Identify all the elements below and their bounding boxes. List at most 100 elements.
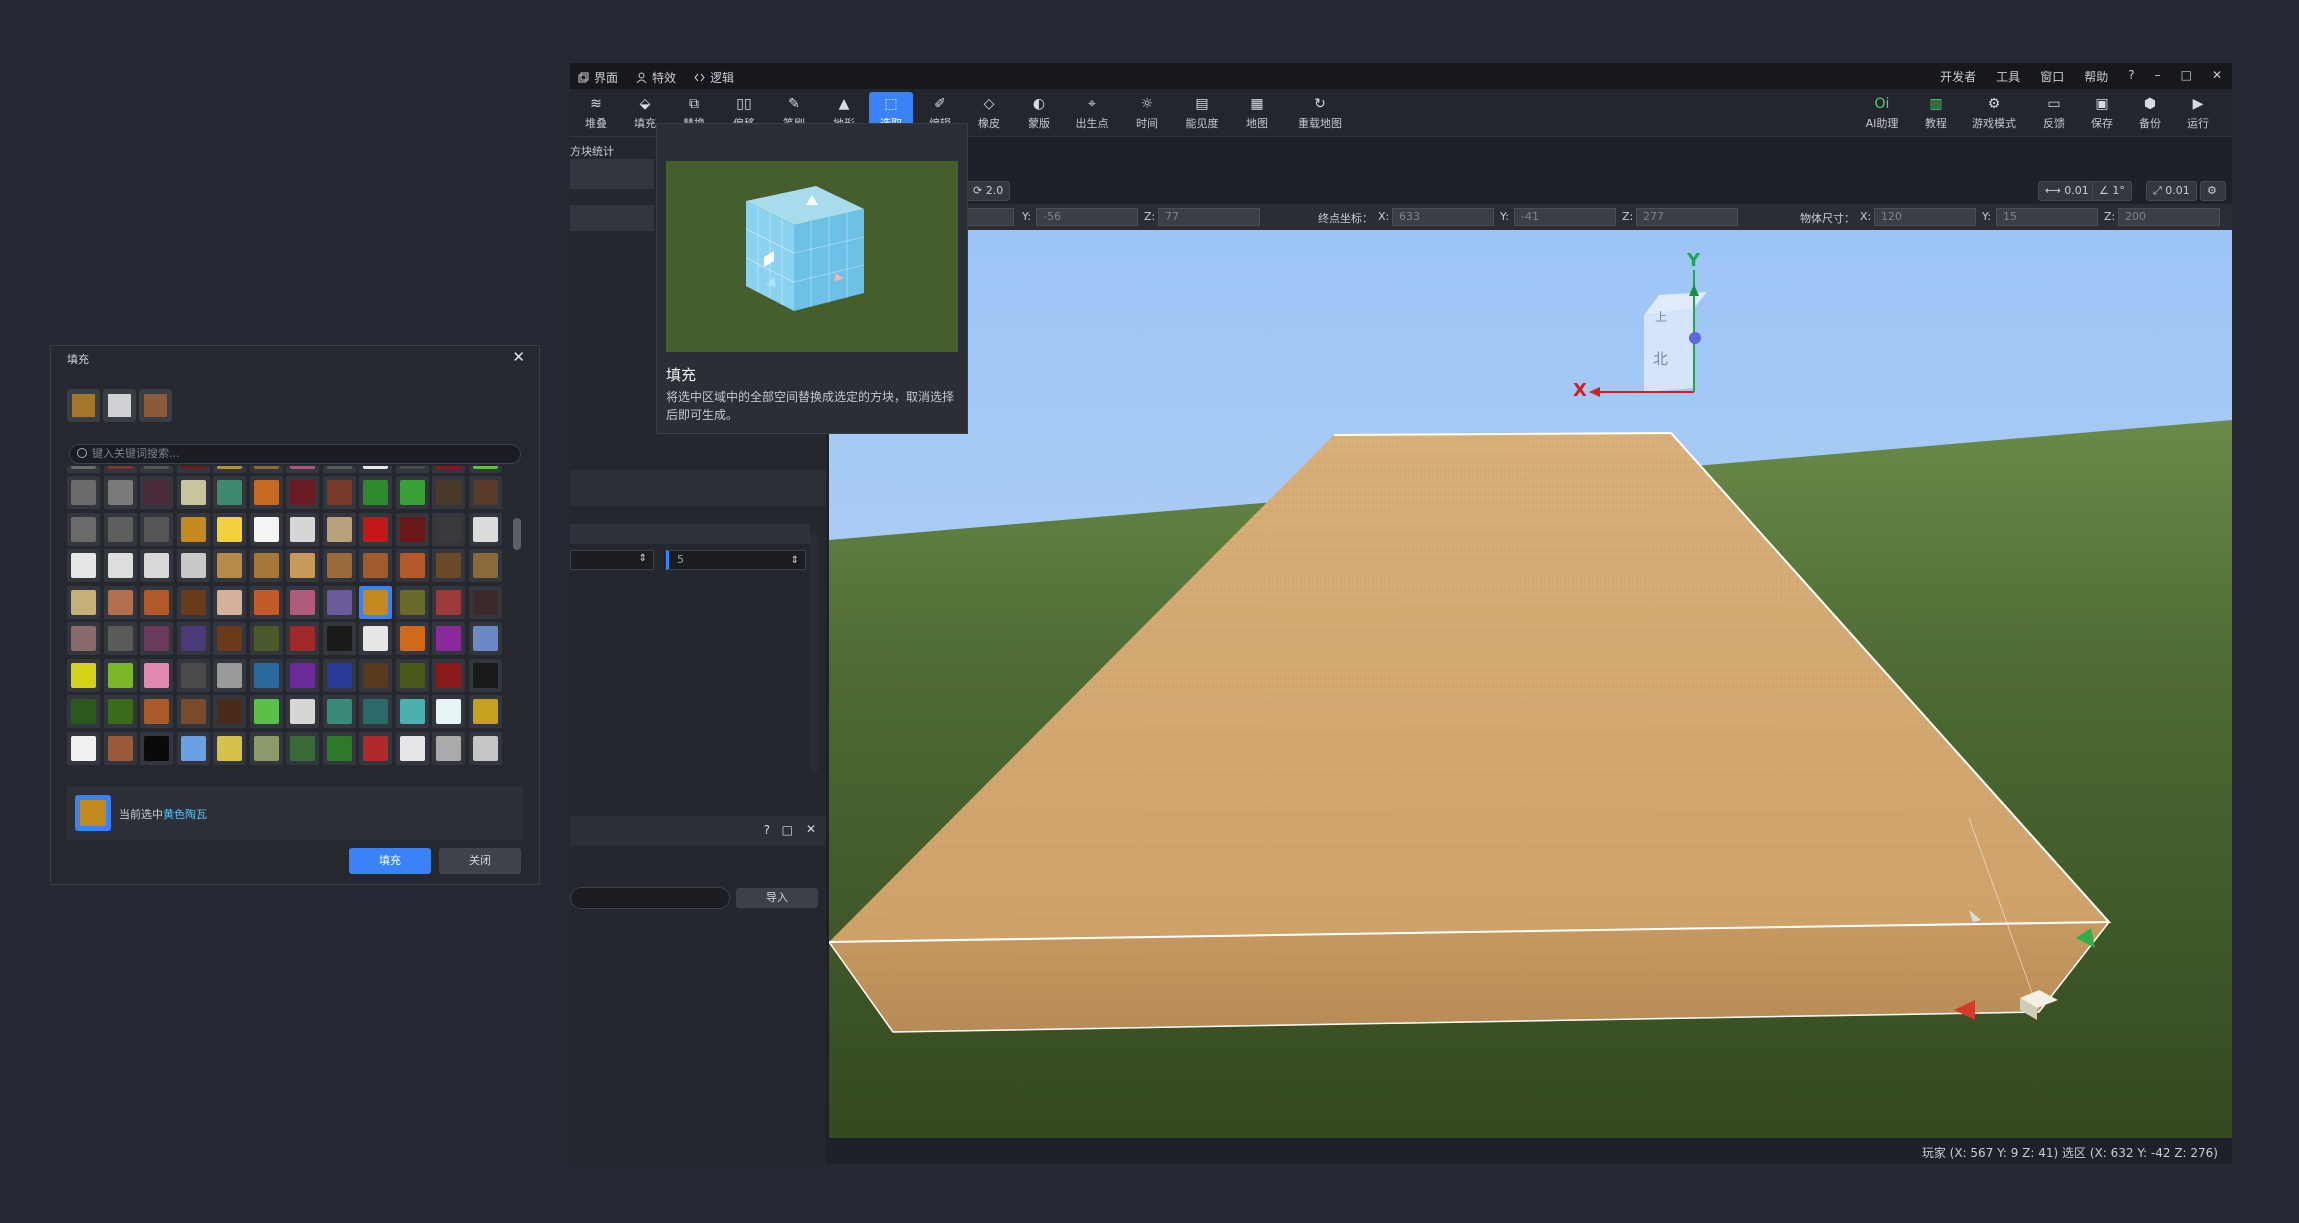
block-swatch[interactable] (286, 476, 319, 509)
block-swatch[interactable] (176, 731, 210, 765)
tool-feedback[interactable]: ▭ 反馈 (2032, 92, 2076, 134)
block-swatch[interactable] (249, 512, 283, 546)
block-swatch[interactable] (103, 466, 137, 473)
block-swatch[interactable] (468, 695, 502, 728)
end-x-field[interactable]: 633 (1392, 208, 1494, 226)
scene-viewport[interactable]: 上 北 X Y (829, 230, 2232, 1138)
block-swatch[interactable] (322, 585, 356, 619)
block-swatch[interactable] (67, 622, 100, 655)
block-swatch[interactable] (432, 658, 465, 692)
block-swatch[interactable] (176, 512, 210, 546)
block-swatch[interactable] (395, 512, 429, 546)
size-snap[interactable]: ⤢ 0.01 (2146, 181, 2197, 201)
block-swatch[interactable] (67, 549, 100, 582)
block-swatch[interactable] (395, 549, 429, 582)
palette-scrollbar[interactable] (513, 466, 521, 766)
recent-block-2[interactable] (103, 389, 136, 422)
block-swatch[interactable] (67, 466, 100, 473)
block-swatch[interactable] (213, 549, 246, 582)
block-swatch[interactable] (140, 585, 173, 619)
menu-window[interactable]: 窗口 (2040, 68, 2064, 85)
block-swatch[interactable] (67, 585, 100, 619)
tool-ai-assistant[interactable]: Oi AI助理 (1858, 92, 1906, 134)
tool-stack[interactable]: ≋ 堆叠 (574, 92, 618, 134)
block-swatch[interactable] (468, 549, 502, 582)
block-swatch[interactable] (249, 695, 283, 728)
stepper-icon[interactable]: ⇕ (639, 553, 647, 564)
block-swatch[interactable] (322, 658, 356, 692)
block-swatch[interactable] (286, 549, 319, 582)
tool-map[interactable]: ▦ 地图 (1235, 92, 1279, 134)
block-swatch[interactable] (249, 466, 283, 473)
block-swatch[interactable] (67, 731, 100, 765)
block-swatch[interactable] (432, 466, 465, 473)
menu-effects[interactable]: 特效 (636, 69, 676, 86)
block-swatch[interactable] (322, 512, 356, 546)
angle-snap[interactable]: ∠ 1° (2092, 181, 2132, 201)
block-swatch[interactable] (432, 585, 465, 619)
block-swatch[interactable] (322, 549, 356, 582)
close-icon[interactable]: ✕ (2212, 68, 2222, 85)
start-z-field[interactable]: 77 (1158, 208, 1260, 226)
block-swatch[interactable] (286, 695, 319, 728)
left-panel-row[interactable] (570, 205, 654, 231)
block-swatch[interactable] (213, 512, 246, 546)
tab-block-stats[interactable]: 方块统计 (570, 143, 614, 159)
block-swatch[interactable] (322, 466, 356, 473)
block-search-input[interactable]: 键入关键词搜索... (69, 444, 521, 464)
tool-visibility[interactable]: ▤ 能见度 (1180, 92, 1224, 134)
block-swatch[interactable] (213, 585, 246, 619)
block-swatch[interactable] (359, 622, 392, 655)
block-swatch[interactable] (395, 658, 429, 692)
block-swatch[interactable] (213, 466, 246, 473)
block-swatch[interactable] (432, 549, 465, 582)
maximize-icon[interactable]: □ (782, 823, 793, 837)
block-swatch[interactable] (249, 731, 283, 765)
size-x-field[interactable]: 120 (1874, 208, 1976, 226)
fill-button[interactable]: 填充 (349, 848, 431, 874)
move-snap[interactable]: ⟷ 0.01 (2038, 181, 2096, 201)
tool-reload-map[interactable]: ↻ 重载地图 (1292, 92, 1348, 134)
menu-help[interactable]: 帮助 (2084, 68, 2108, 85)
block-swatch[interactable] (67, 658, 100, 692)
block-swatch[interactable] (213, 658, 246, 692)
left-panel-row[interactable] (570, 159, 654, 189)
start-x-field[interactable] (966, 208, 1014, 226)
close-icon[interactable]: ✕ (512, 348, 525, 366)
block-swatch[interactable] (468, 658, 502, 692)
block-swatch[interactable] (213, 476, 246, 509)
recent-block-3[interactable] (139, 389, 172, 422)
block-swatch[interactable] (322, 695, 356, 728)
block-swatch[interactable] (103, 695, 137, 728)
block-swatch[interactable] (286, 731, 319, 765)
block-swatch[interactable] (322, 476, 356, 509)
block-swatch[interactable] (395, 622, 429, 655)
stepper-icon[interactable]: ⇕ (791, 552, 799, 570)
menu-tools[interactable]: 工具 (1996, 68, 2020, 85)
block-swatch[interactable] (140, 695, 173, 728)
block-swatch[interactable] (176, 585, 210, 619)
block-swatch[interactable] (103, 585, 137, 619)
close-icon[interactable]: ✕ (806, 822, 816, 836)
block-swatch[interactable] (140, 476, 173, 509)
tool-game-mode[interactable]: ⚙ 游戏模式 (1966, 92, 2022, 134)
tool-tutorial[interactable]: ▥ 教程 (1914, 92, 1958, 134)
tool-time[interactable]: ☼ 时间 (1125, 92, 1169, 134)
tool-eraser[interactable]: ◇ 橡皮 (967, 92, 1011, 134)
block-swatch[interactable] (468, 512, 502, 546)
block-swatch[interactable] (395, 476, 429, 509)
import-button[interactable]: 导入 (736, 888, 818, 908)
block-swatch[interactable] (176, 466, 210, 473)
tool-spawn[interactable]: ⌖ 出生点 (1070, 92, 1114, 134)
menu-logic[interactable]: 逻辑 (694, 69, 734, 86)
block-swatch[interactable] (176, 549, 210, 582)
maximize-icon[interactable]: □ (2181, 68, 2192, 85)
block-swatch[interactable] (322, 622, 356, 655)
block-swatch[interactable] (176, 476, 210, 509)
block-swatch[interactable] (176, 622, 210, 655)
block-swatch[interactable] (249, 549, 283, 582)
menu-developer[interactable]: 开发者 (1940, 68, 1976, 85)
tool-run[interactable]: ▶ 运行 (2176, 92, 2220, 134)
block-swatch[interactable] (468, 466, 502, 473)
block-swatch[interactable] (395, 466, 429, 473)
